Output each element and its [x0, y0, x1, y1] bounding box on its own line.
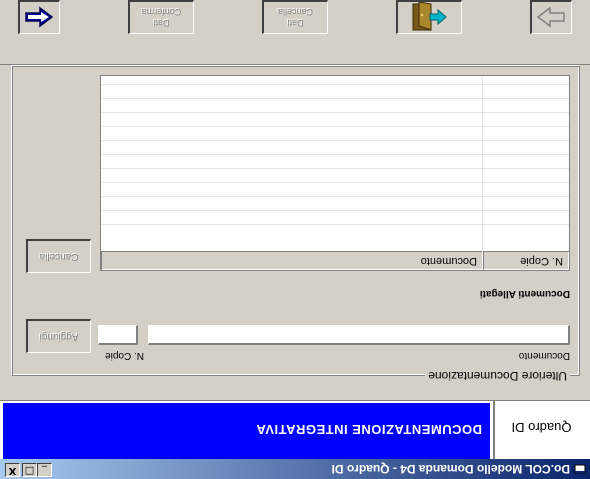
app-icon [574, 464, 586, 476]
grid-row[interactable] [101, 98, 569, 112]
exit-door-icon [413, 2, 448, 32]
grid-row[interactable] [101, 168, 569, 182]
documento-label: Documento [518, 350, 570, 361]
groupbox-caption: Ulteriore Documentazione [425, 369, 570, 383]
confirm-data-label-bottom: Conferma [141, 7, 182, 18]
maximize-button[interactable]: □ [22, 463, 37, 477]
column-header-documento[interactable]: Documento [101, 252, 483, 270]
window-title: Do.COL Modello Domanda D4 - Quadro DI [331, 462, 570, 476]
delete-button[interactable]: Cancella [26, 239, 91, 273]
section-title: DOCUMENTAZIONE INTEGRATIVA [255, 422, 482, 437]
quadro-label: Quadro DI [511, 420, 572, 435]
copie-input[interactable] [98, 325, 138, 345]
minimize-button[interactable]: _ [37, 463, 52, 477]
grid-row[interactable] [101, 224, 569, 238]
application-window: Do.COL Modello Domanda D4 - Quadro DI _ … [0, 0, 590, 479]
back-button[interactable] [18, 0, 60, 34]
grid-row[interactable] [101, 112, 569, 126]
copie-label: N. Copie [105, 350, 144, 361]
confirm-data-label-top: Dati [153, 18, 170, 29]
grid-row[interactable] [101, 196, 569, 210]
cancel-data-button[interactable]: Dati Cancella [262, 0, 328, 34]
grid-row[interactable] [101, 210, 569, 224]
forward-button[interactable] [530, 0, 572, 34]
grid-header: N. Copie Documento [101, 251, 569, 270]
right-arrow-icon [537, 7, 566, 28]
column-header-copie[interactable]: N. Copie [483, 252, 569, 270]
grid-row[interactable] [101, 84, 569, 98]
close-button[interactable]: X [5, 463, 20, 477]
exit-button[interactable] [396, 0, 462, 34]
documents-grid[interactable]: N. Copie Documento [100, 75, 570, 271]
grid-row[interactable] [101, 154, 569, 168]
cancel-data-label-top: Dati [287, 18, 304, 29]
documents-list-label: Documenti Allegati [479, 288, 570, 299]
cancel-data-label-bottom: Cancella [277, 7, 314, 18]
confirm-data-button[interactable]: Dati Conferma [128, 0, 194, 34]
documento-input[interactable] [148, 325, 570, 345]
toolbar-divider [0, 64, 590, 65]
grid-row[interactable] [101, 140, 569, 154]
add-button[interactable]: Aggiungi [26, 319, 91, 353]
grid-row[interactable] [101, 182, 569, 196]
grid-row[interactable] [101, 126, 569, 140]
left-arrow-icon [25, 7, 54, 28]
